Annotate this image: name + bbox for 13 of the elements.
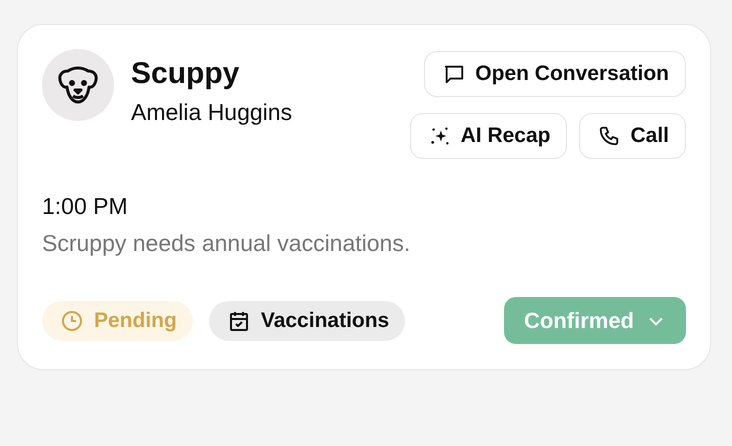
chat-icon bbox=[443, 63, 466, 85]
status-tag: Pending bbox=[42, 300, 193, 340]
appointment-time: 1:00 PM bbox=[42, 193, 129, 220]
clock-icon bbox=[60, 308, 84, 332]
category-tag: Vaccinations bbox=[208, 300, 406, 340]
appointment-description: Scruppy needs annual vaccinations. bbox=[42, 230, 412, 257]
phone-icon bbox=[598, 125, 620, 147]
open-conversation-button[interactable]: Open Conversation bbox=[424, 51, 686, 97]
owner-name: Amelia Huggins bbox=[131, 99, 292, 126]
call-button[interactable]: Call bbox=[579, 113, 686, 159]
ai-recap-button[interactable]: AI Recap bbox=[410, 113, 568, 159]
pet-name: Scuppy bbox=[131, 57, 240, 91]
sparkle-icon bbox=[428, 125, 451, 147]
